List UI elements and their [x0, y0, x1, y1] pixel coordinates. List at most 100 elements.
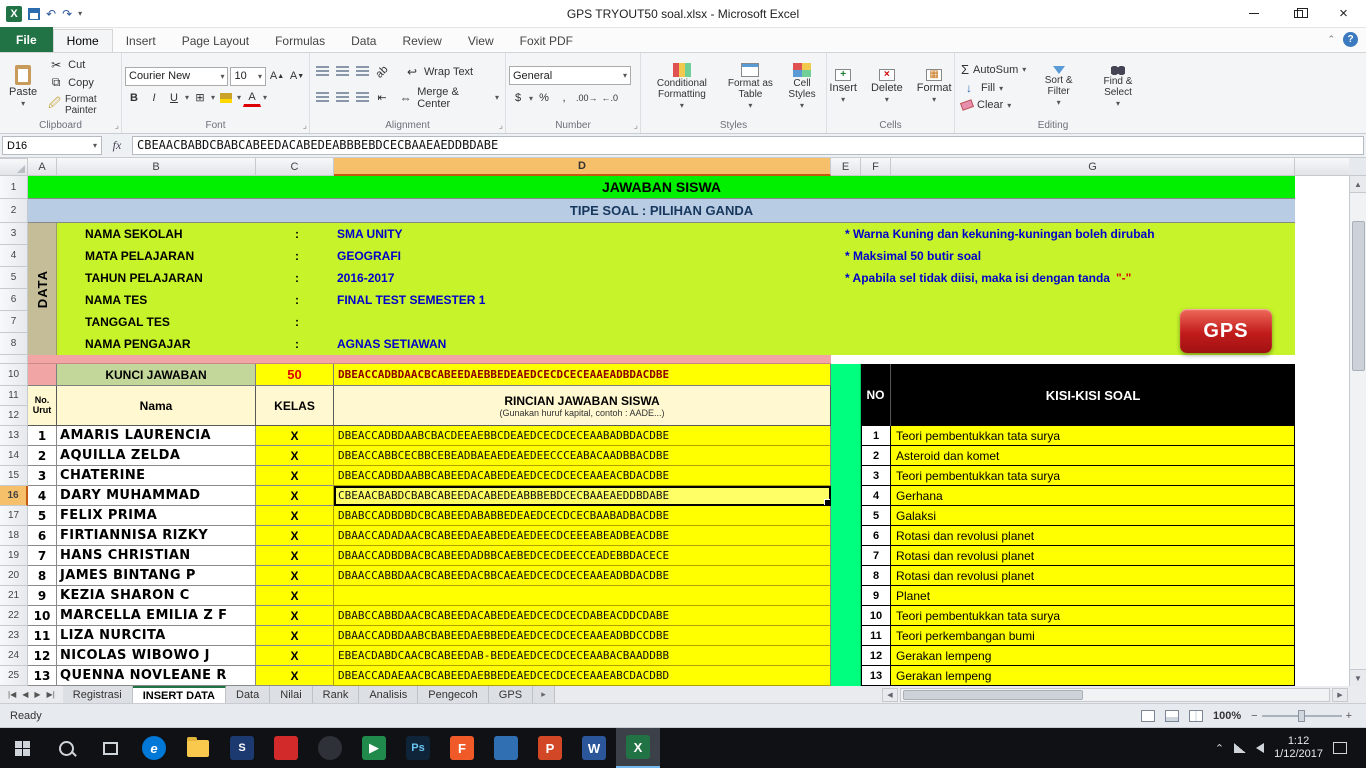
scroll-down-icon[interactable]: ▼ [1350, 669, 1366, 686]
action-center-icon[interactable] [1333, 742, 1347, 754]
clipboard-dialog-launcher[interactable]: ⌟ [115, 120, 119, 131]
student-class-cell[interactable]: X [256, 586, 334, 606]
student-class-cell[interactable]: X [256, 606, 334, 626]
sheet-tab[interactable]: INSERT DATA [132, 686, 226, 703]
font-dialog-launcher[interactable]: ⌟ [303, 120, 307, 131]
format-as-table-button[interactable]: Format as Table ▾ [722, 55, 779, 118]
kisi-topic-cell[interactable]: Teori perkembangan bumi [891, 626, 1295, 646]
red-app-taskbar-button[interactable] [264, 728, 308, 768]
row-header[interactable]: 20 [0, 566, 28, 586]
student-answer-cell[interactable]: DBABCCADBDBDCBCABEEDABABBEDEAEDCECDCECBA… [334, 506, 831, 526]
store-taskbar-button[interactable]: S [220, 728, 264, 768]
font-color-button[interactable]: A [243, 89, 262, 107]
student-class-cell[interactable]: X [256, 426, 334, 446]
row-header[interactable]: 23 [0, 626, 28, 646]
insert-function-icon[interactable]: fx [104, 138, 130, 153]
student-name-cell[interactable]: QUENNA NOVLEANE R [57, 666, 256, 686]
scroll-right-icon[interactable]: ▶ [1332, 687, 1348, 702]
ribbon-tab[interactable]: Review [389, 30, 454, 52]
row-header[interactable]: 13 [0, 426, 28, 446]
row-header[interactable]: 10 [0, 364, 28, 386]
help-icon[interactable]: ? [1343, 32, 1358, 47]
student-number-cell[interactable]: 4 [28, 486, 57, 506]
decrease-decimal-button[interactable]: ←.0 [601, 89, 620, 107]
student-number-cell[interactable]: 6 [28, 526, 57, 546]
answer-key-cell[interactable]: DBEACCADBDAACBCABEEDAEBBEDEAEDCECDCECEAA… [334, 364, 831, 386]
student-class-cell[interactable]: X [256, 446, 334, 466]
kisi-topic-cell[interactable]: Rotasi dan revolusi planet [891, 566, 1295, 586]
student-name-cell[interactable]: DARY MUHAMMAD [57, 486, 256, 506]
student-name-cell[interactable]: JAMES BINTANG P [57, 566, 256, 586]
student-class-cell[interactable]: X [256, 506, 334, 526]
align-top-icon[interactable] [313, 63, 331, 81]
clear-button[interactable]: Clear ▾ [958, 98, 1029, 112]
percent-button[interactable]: % [535, 89, 553, 107]
row-header[interactable]: 11 [0, 386, 28, 406]
row-header[interactable] [0, 355, 28, 364]
column-header[interactable]: G [891, 158, 1295, 176]
row-header[interactable]: 18 [0, 526, 28, 546]
kisi-number-cell[interactable]: 12 [861, 646, 891, 666]
page-layout-view-icon[interactable] [1164, 709, 1179, 722]
tray-expand-icon[interactable]: ⌃ [1215, 742, 1224, 755]
alignment-dialog-launcher[interactable]: ⌟ [499, 120, 503, 131]
info-row[interactable]: NAMA TES : FINAL TEST SEMESTER 1 [57, 289, 1295, 311]
answer-key-count-cell[interactable]: 50 [256, 364, 334, 386]
ribbon-tab[interactable]: Page Layout [169, 30, 262, 52]
kisi-topic-cell[interactable]: Gerakan lempeng [891, 666, 1295, 686]
ribbon-tab[interactable]: Home [52, 29, 113, 52]
student-answer-cell[interactable]: DBEACCADAEAACBCABEEDAEBBEDEAEDCECDCECEAA… [334, 666, 831, 686]
italic-button[interactable]: I [145, 89, 163, 107]
kelas-header[interactable]: KELAS [256, 386, 334, 426]
sheet-subtitle-cell[interactable]: TIPE SOAL : PILIHAN GANDA [28, 199, 1295, 223]
insert-worksheet-tab[interactable]: ▸ [533, 686, 556, 703]
info-row[interactable]: TANGGAL TES : [57, 311, 1295, 333]
kisi-number-cell[interactable]: 3 [861, 466, 891, 486]
student-answer-cell[interactable]: DBAACCADBDAABCBABEEDAEBBEDEAEDCECDCECEAA… [334, 626, 831, 646]
select-all-corner[interactable] [0, 158, 28, 176]
row-header[interactable]: 14 [0, 446, 28, 466]
scroll-up-icon[interactable]: ▲ [1350, 176, 1366, 193]
info-row[interactable]: NAMA PENGAJAR : AGNAS SETIAWAN [57, 333, 1295, 355]
kisi-topic-cell[interactable]: Planet [891, 586, 1295, 606]
student-number-cell[interactable]: 5 [28, 506, 57, 526]
taskbar-clock[interactable]: 1:12 1/12/2017 [1274, 735, 1323, 761]
horizontal-scrollbar[interactable]: ◀ ▶ [882, 686, 1366, 703]
fill-button[interactable]: ↓ Fill ▾ [958, 80, 1029, 96]
row-header[interactable]: 2 [0, 199, 28, 223]
ribbon-tab[interactable]: Foxit PDF [507, 30, 586, 52]
student-class-cell[interactable]: X [256, 666, 334, 686]
last-sheet-icon[interactable]: ▶| [47, 690, 55, 699]
kisi-topic-cell[interactable]: Gerakan lempeng [891, 646, 1295, 666]
kisi-number-cell[interactable]: 13 [861, 666, 891, 686]
row-header[interactable]: 24 [0, 646, 28, 666]
sheet-tab[interactable]: Analisis [359, 686, 419, 703]
column-header[interactable]: A [28, 158, 57, 176]
student-name-cell[interactable]: NICOLAS WIBOWO J [57, 646, 256, 666]
kisi-topic-cell[interactable]: Rotasi dan revolusi planet [891, 546, 1295, 566]
student-number-cell[interactable]: 8 [28, 566, 57, 586]
row-header[interactable]: 22 [0, 606, 28, 626]
start-button[interactable] [0, 728, 44, 768]
sheet-tab[interactable]: Nilai [270, 686, 313, 703]
row-header[interactable]: 19 [0, 546, 28, 566]
student-number-cell[interactable]: 12 [28, 646, 57, 666]
student-class-cell[interactable]: X [256, 646, 334, 666]
sheet-title-cell[interactable]: JAWABAN SISWA [28, 176, 1295, 199]
conditional-formatting-button[interactable]: Conditional Formatting ▾ [644, 55, 720, 118]
row-header[interactable]: 25 [0, 666, 28, 686]
no-urut-header[interactable]: No. Urut [28, 386, 57, 426]
word-taskbar-button[interactable]: W [572, 728, 616, 768]
first-sheet-icon[interactable]: |◀ [8, 690, 16, 699]
copy-button[interactable]: ⧉ Copy [45, 75, 118, 91]
number-format-combo[interactable]: General ▾ [509, 66, 631, 85]
align-center-icon[interactable] [333, 89, 351, 107]
student-number-cell[interactable]: 7 [28, 546, 57, 566]
kisi-number-cell[interactable]: 7 [861, 546, 891, 566]
kisi-topic-cell[interactable]: Gerhana [891, 486, 1295, 506]
sheet-tab[interactable]: Rank [312, 686, 360, 703]
column-header[interactable]: E [831, 158, 861, 176]
comma-button[interactable]: , [555, 89, 573, 107]
green-app-taskbar-button[interactable]: ▶ [352, 728, 396, 768]
kisi-number-cell[interactable]: 10 [861, 606, 891, 626]
